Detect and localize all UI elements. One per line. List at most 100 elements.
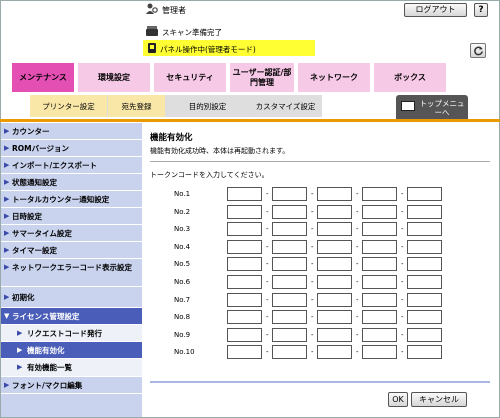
token-row-label: No.2 <box>174 207 191 216</box>
sidebar-item-timer[interactable]: ▶ タイマー設定 <box>1 242 142 259</box>
token-code-input[interactable] <box>362 239 397 254</box>
token-code-input[interactable] <box>227 204 262 219</box>
sidebar-item-label: サマータイム設定 <box>12 229 72 238</box>
token-code-input[interactable] <box>317 239 352 254</box>
cancel-button[interactable]: キャンセル <box>411 392 467 407</box>
tab-security[interactable]: セキュリティ <box>154 63 226 92</box>
code-separator: - <box>401 260 404 269</box>
token-code-input[interactable] <box>362 327 397 342</box>
token-code-input[interactable] <box>317 292 352 307</box>
token-code-input[interactable] <box>362 257 397 272</box>
token-code-input[interactable] <box>272 327 307 342</box>
token-code-input[interactable] <box>407 345 442 360</box>
refresh-button[interactable] <box>470 43 486 58</box>
sidebar-item-label: ROMバージョン <box>12 144 69 153</box>
sidebar-item-summer-time[interactable]: ▶ サマータイム設定 <box>1 225 142 242</box>
subtab-purpose[interactable]: 目的別設定 <box>166 95 250 117</box>
token-code-input[interactable] <box>272 204 307 219</box>
sidebar-item-status-notify[interactable]: ▶ 状態通知設定 <box>1 174 142 191</box>
token-code-input[interactable] <box>272 187 307 201</box>
arrow-right-icon: ▶ <box>4 229 10 237</box>
token-code-input[interactable] <box>317 275 352 289</box>
token-code-input[interactable] <box>407 222 442 237</box>
token-code-input[interactable] <box>362 310 397 325</box>
panel-lock-icon <box>148 43 156 53</box>
tab-maintenance[interactable]: メンテナンス <box>12 63 74 92</box>
token-code-input[interactable] <box>317 204 352 219</box>
sidebar-item-datetime[interactable]: ▶ 日時設定 <box>1 208 142 225</box>
sidebar-item-total-counter[interactable]: ▶ トータルカウンター通知設定 <box>1 191 142 208</box>
token-code-input[interactable] <box>227 310 262 325</box>
tab-network[interactable]: ネットワーク <box>298 63 370 92</box>
token-code-input[interactable] <box>407 275 442 289</box>
arrow-right-icon: ▶ <box>4 161 10 169</box>
tab-box[interactable]: ボックス <box>374 63 446 92</box>
code-separator: - <box>401 207 404 216</box>
subtab-address[interactable]: 宛先登録 <box>108 95 166 117</box>
token-code-input[interactable] <box>407 310 442 325</box>
arrow-right-icon: ▶ <box>17 363 23 371</box>
code-separator: - <box>401 313 404 322</box>
subtab-printer[interactable]: プリンター設定 <box>30 95 108 117</box>
code-separator: - <box>311 295 314 304</box>
user-label: 管理者 <box>162 6 186 15</box>
tab-underline <box>0 119 500 122</box>
subtab-customize[interactable]: カスタマイズ設定 <box>250 95 322 117</box>
sidebar-item-font-macro[interactable]: ▶ フォント/マクロ編集 <box>1 377 142 394</box>
sidebar-item-initialize[interactable]: ▶ 初期化 <box>1 287 142 308</box>
logout-button[interactable]: ログアウト <box>404 3 467 17</box>
sidebar-item-rom-version[interactable]: ▶ ROMバージョン <box>1 140 142 157</box>
token-code-input[interactable] <box>362 345 397 360</box>
token-code-input[interactable] <box>317 222 352 237</box>
page-title: 機能有効化 <box>150 133 193 143</box>
token-code-input[interactable] <box>407 327 442 342</box>
token-code-input[interactable] <box>407 257 442 272</box>
token-code-input[interactable] <box>407 187 442 201</box>
token-code-input[interactable] <box>362 292 397 307</box>
token-code-input[interactable] <box>272 310 307 325</box>
token-code-input[interactable] <box>317 310 352 325</box>
token-code-input[interactable] <box>317 345 352 360</box>
token-code-input[interactable] <box>407 204 442 219</box>
token-code-input[interactable] <box>362 275 397 289</box>
token-code-input[interactable] <box>317 187 352 201</box>
token-code-input[interactable] <box>272 292 307 307</box>
code-separator: - <box>401 295 404 304</box>
token-code-input[interactable] <box>407 292 442 307</box>
sidebar-subitem-function-enable[interactable]: ▶ 機能有効化 <box>1 342 142 359</box>
token-code-input[interactable] <box>317 257 352 272</box>
help-button[interactable]: ? <box>474 3 488 17</box>
token-code-input[interactable] <box>362 222 397 237</box>
token-code-input[interactable] <box>272 239 307 254</box>
token-code-input[interactable] <box>272 275 307 289</box>
sidebar-subitem-enabled-functions[interactable]: ▶ 有効機能一覧 <box>1 359 142 377</box>
token-code-input[interactable] <box>407 239 442 254</box>
sidebar-item-label: カウンター <box>12 127 50 136</box>
sidebar-item-license-management[interactable]: ▼ ライセンス管理設定 <box>1 308 142 325</box>
tab-user-auth[interactable]: ユーザー認証/部門管理 <box>230 63 294 92</box>
token-code-input[interactable] <box>227 239 262 254</box>
sidebar-item-label: インポート/エクスポート <box>12 161 98 170</box>
sidebar-subitem-request-code[interactable]: ▶ リクエストコード発行 <box>1 325 142 342</box>
token-code-input[interactable] <box>227 292 262 307</box>
token-code-input[interactable] <box>272 257 307 272</box>
token-code-input[interactable] <box>227 257 262 272</box>
scanner-icon <box>146 26 158 36</box>
token-code-input[interactable] <box>227 222 262 237</box>
token-code-input[interactable] <box>227 187 262 201</box>
token-code-input[interactable] <box>227 345 262 360</box>
token-code-input[interactable] <box>317 327 352 342</box>
sidebar-item-import-export[interactable]: ▶ インポート/エクスポート <box>1 157 142 174</box>
subtab-label: プリンター設定 <box>42 101 95 111</box>
sidebar-item-counter[interactable]: ▶ カウンター <box>1 123 142 140</box>
token-code-input[interactable] <box>227 275 262 289</box>
top-menu-button[interactable]: トップメニューへ <box>396 95 468 121</box>
ok-button[interactable]: OK <box>388 392 408 407</box>
token-code-input[interactable] <box>362 204 397 219</box>
token-code-input[interactable] <box>362 187 397 201</box>
token-code-input[interactable] <box>227 327 262 342</box>
sidebar-item-network-error-code[interactable]: ▶ ネットワークエラーコード表示設定 <box>1 259 142 287</box>
tab-environment[interactable]: 環境設定 <box>78 63 150 92</box>
token-code-input[interactable] <box>272 222 307 237</box>
token-code-input[interactable] <box>272 345 307 360</box>
